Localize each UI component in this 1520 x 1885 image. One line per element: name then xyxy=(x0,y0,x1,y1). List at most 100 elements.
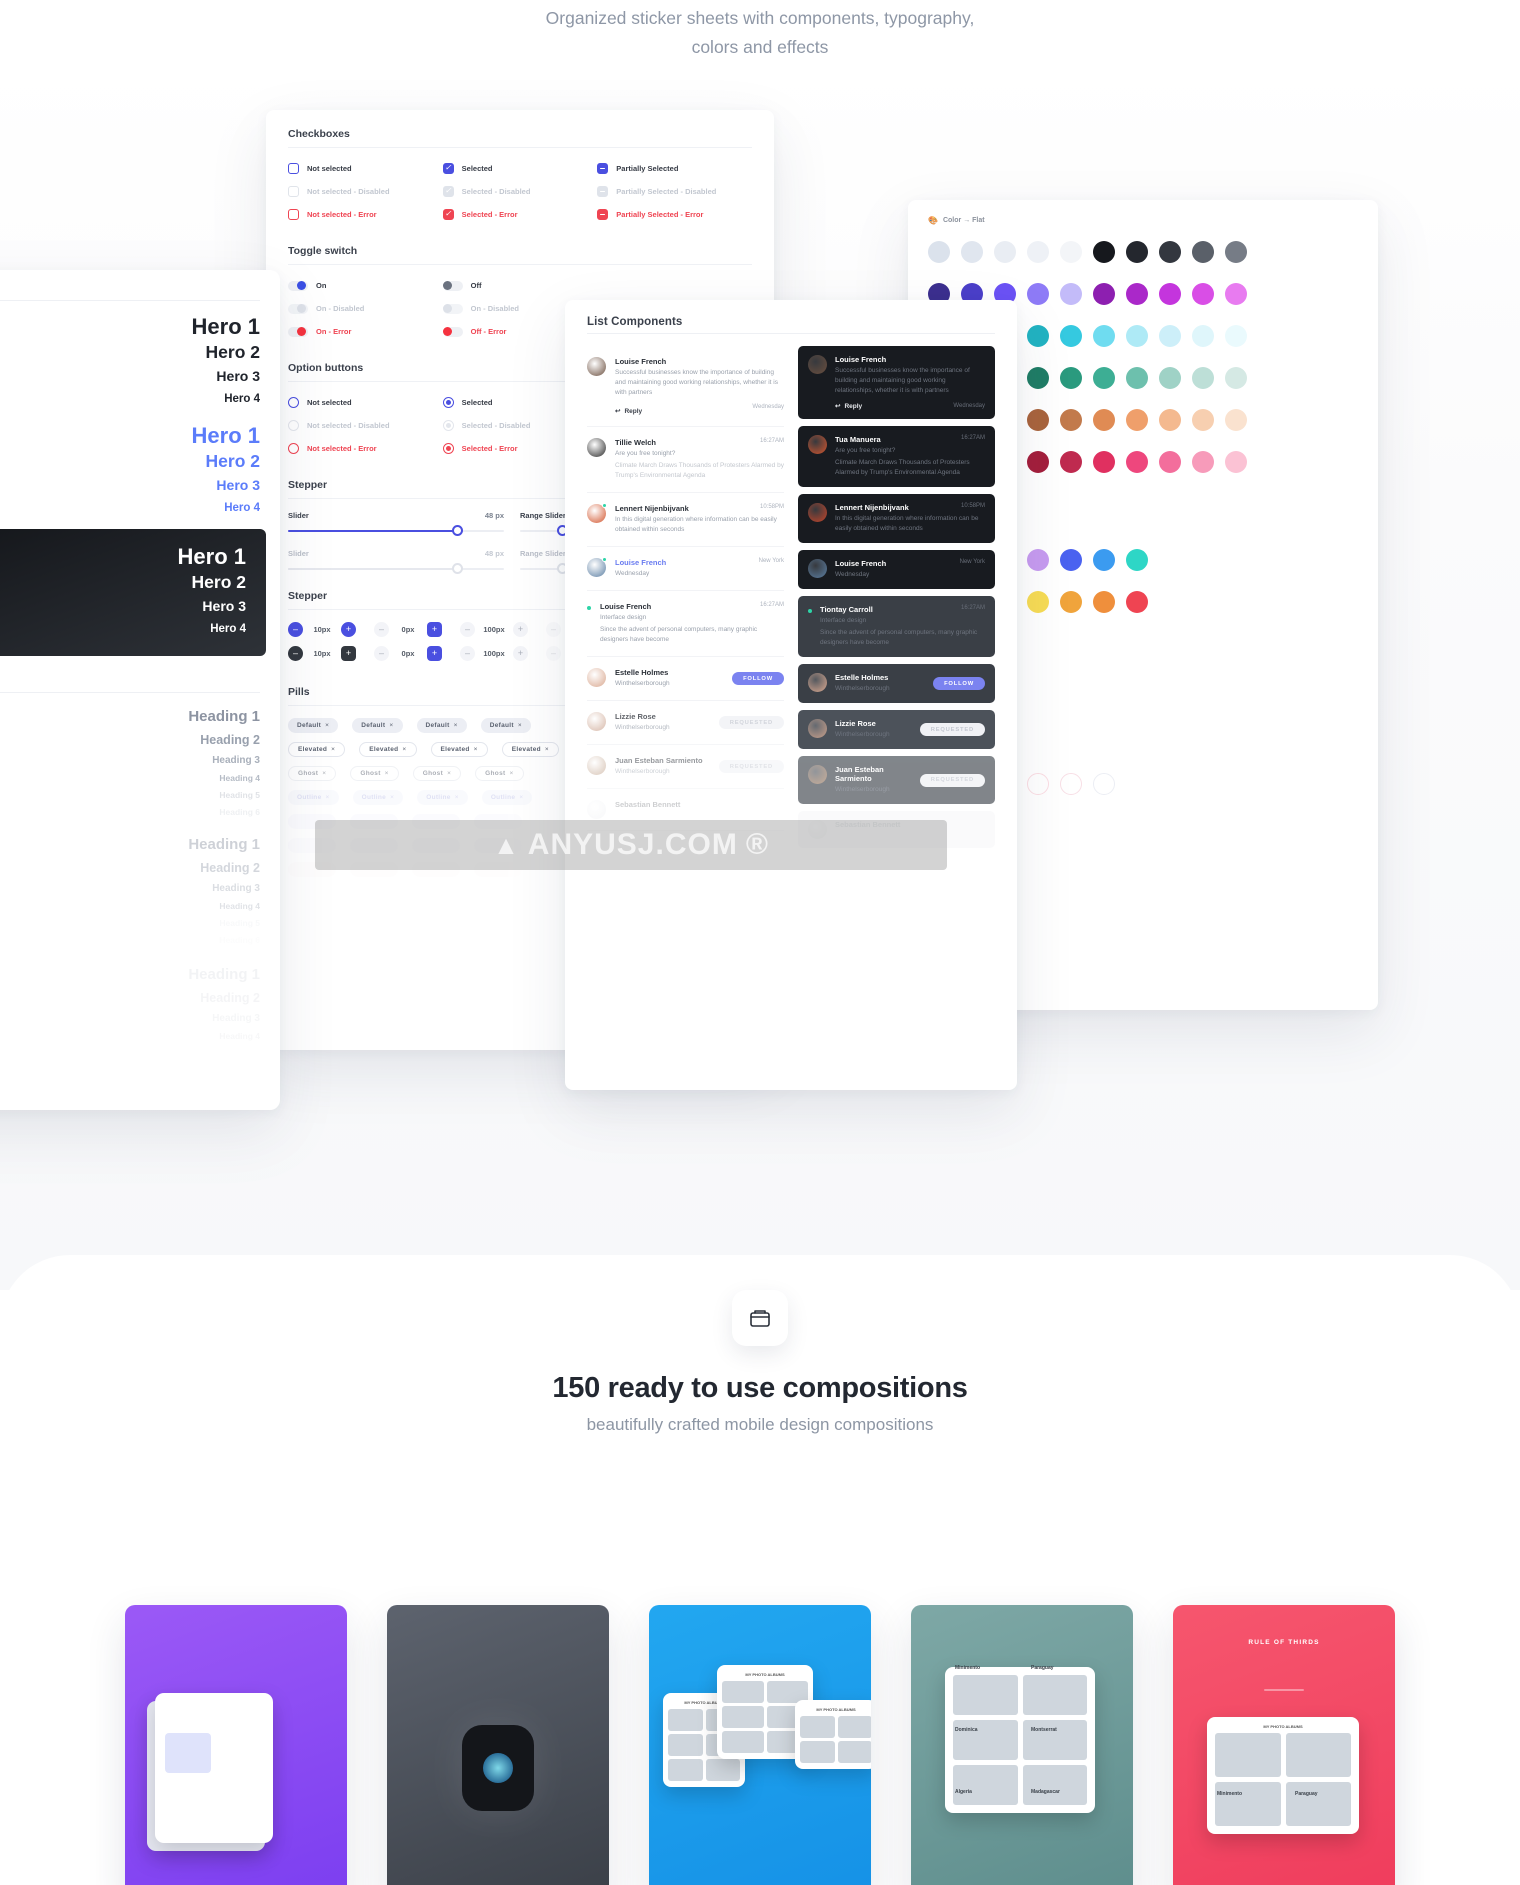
list-item[interactable]: Tillie Welch 16:27AM Are you free tonight?… xyxy=(587,427,784,493)
follow-button[interactable]: FOLLOW xyxy=(732,672,784,685)
card-photo-albums[interactable]: MY PHOTO ALBUMS MY PHOTO ALBUMS MY PHOTO… xyxy=(649,1605,871,1885)
checkbox-partially-selected-error[interactable]: Partially Selected - Error xyxy=(597,206,752,223)
stepper-round-dark[interactable]: – 10px + xyxy=(288,646,356,661)
pill-elevated-2[interactable]: Elevated × xyxy=(430,742,488,757)
card-rule-of-thirds[interactable]: RULE OF THIRDS MY PHOTO ALBUMS Minimento… xyxy=(1173,1605,1395,1885)
pill-outline-3[interactable]: Outline × xyxy=(481,790,533,805)
list-card[interactable]: Lennert Nijenbijvank 10:58PM In this digit… xyxy=(798,494,995,543)
color-swatch-0-0[interactable] xyxy=(928,241,950,263)
color-swatch-3-4[interactable] xyxy=(1060,367,1082,389)
close-icon[interactable]: × xyxy=(447,770,451,777)
close-icon[interactable]: × xyxy=(331,746,335,753)
close-icon[interactable]: × xyxy=(325,722,329,729)
pill-default-0[interactable]: Default × xyxy=(288,718,339,733)
color-swatch-2-9[interactable] xyxy=(1225,325,1247,347)
pill-default-2[interactable]: Default × xyxy=(416,718,467,733)
radio-not-selected[interactable]: Not selected xyxy=(288,394,443,411)
color-swatch-1-7[interactable] xyxy=(1159,283,1181,305)
radio-not-selected-error[interactable]: Not selected - Error xyxy=(288,440,443,457)
color-swatch-5-5[interactable] xyxy=(1093,451,1115,473)
toggle-off[interactable]: Off xyxy=(442,277,598,294)
color-swatch-5-6[interactable] xyxy=(1126,451,1148,473)
list-item[interactable]: Lennert Nijenbijvank 10:58PM In this digit… xyxy=(587,493,784,547)
follow-button[interactable]: REQUESTED xyxy=(718,716,784,729)
pill-default-1[interactable]: Default × xyxy=(352,718,403,733)
color-swatch-2-7[interactable] xyxy=(1159,325,1181,347)
color-swatch-0-4[interactable] xyxy=(1060,549,1082,571)
checkbox-partially-selected[interactable]: Partially Selected xyxy=(597,160,752,177)
pill-outline-0[interactable]: Outline × xyxy=(288,790,339,805)
color-swatch-3-3[interactable] xyxy=(1027,367,1049,389)
list-item[interactable]: Louise French New York Wednesday xyxy=(587,547,784,591)
color-swatch-1-4[interactable] xyxy=(1060,283,1082,305)
close-icon[interactable]: × xyxy=(322,770,326,777)
pill-outline-2[interactable]: Outline × xyxy=(417,790,468,805)
reply-button[interactable]: ↩ Reply xyxy=(615,407,642,416)
color-swatch-0-5[interactable] xyxy=(1093,549,1115,571)
color-swatch-0-2[interactable] xyxy=(994,241,1016,263)
color-swatch-1-3[interactable] xyxy=(1027,591,1049,613)
list-card[interactable]: Estelle Holmes Winthelserborough FOLLOW xyxy=(798,664,995,703)
follow-button[interactable]: REQUESTED xyxy=(919,773,985,787)
color-swatch-0-6[interactable] xyxy=(1126,241,1148,263)
color-swatch-0-9[interactable] xyxy=(1225,241,1247,263)
close-icon[interactable]: × xyxy=(455,794,459,801)
color-swatch-0-4[interactable] xyxy=(1060,241,1082,263)
checkbox-selected[interactable]: Selected xyxy=(442,160,598,177)
list-item[interactable]: Juan Esteban Sarmiento Winthelserborough R… xyxy=(587,745,784,789)
toggle-on-error[interactable]: On - Error xyxy=(288,323,443,340)
close-icon[interactable]: × xyxy=(519,794,523,801)
stepper-lite-b[interactable]: – 100px + xyxy=(460,646,528,661)
color-swatch-5-8[interactable] xyxy=(1192,451,1214,473)
color-swatch-4-8[interactable] xyxy=(1192,409,1214,431)
list-card[interactable]: Tiontay Carroll 16:27AM Interface design Si… xyxy=(798,596,995,657)
list-item[interactable]: Estelle Holmes Winthelserborough FOLLOW xyxy=(587,657,784,701)
color-swatch-3-7[interactable] xyxy=(1159,367,1181,389)
card-sheets[interactable] xyxy=(125,1605,347,1885)
color-swatch-5-3[interactable] xyxy=(1027,451,1049,473)
close-icon[interactable]: × xyxy=(509,770,513,777)
color-swatch-2-3[interactable] xyxy=(1027,325,1049,347)
color-swatch-2-6[interactable] xyxy=(1126,325,1148,347)
color-swatch-1-8[interactable] xyxy=(1192,283,1214,305)
color-swatch-0-3[interactable] xyxy=(1027,549,1049,571)
close-icon[interactable]: × xyxy=(326,794,330,801)
color-swatch-0-6[interactable] xyxy=(1126,549,1148,571)
color-swatch-4-5[interactable] xyxy=(1093,409,1115,431)
color-swatch-5-7[interactable] xyxy=(1159,451,1181,473)
pill-ghost-1[interactable]: Ghost × xyxy=(350,766,399,781)
color-swatch-3-5[interactable] xyxy=(1093,367,1115,389)
color-swatch-ring-0-5[interactable] xyxy=(1093,773,1115,795)
follow-button[interactable]: REQUESTED xyxy=(919,723,985,736)
checkbox-not-selected-error[interactable]: Not selected - Error xyxy=(288,206,443,223)
stepper-ghost-b[interactable]: – 0px + xyxy=(374,646,442,661)
close-icon[interactable]: × xyxy=(389,722,393,729)
color-swatch-4-9[interactable] xyxy=(1225,409,1247,431)
list-card[interactable]: Lizzie Rose Winthelserborough REQUESTED xyxy=(798,710,995,749)
stepper-round-primary[interactable]: – 10px + xyxy=(288,622,356,637)
color-swatch-1-5[interactable] xyxy=(1093,283,1115,305)
color-swatch-0-5[interactable] xyxy=(1093,241,1115,263)
slider-active[interactable]: Slider 48 px xyxy=(288,511,520,536)
list-item[interactable]: Louise French 16:27AM Interface design Sinc… xyxy=(587,591,784,657)
color-swatch-ring-0-4[interactable] xyxy=(1060,773,1082,795)
stepper-minus-button[interactable]: – xyxy=(288,622,303,637)
card-travel[interactable]: Minimento Paraguay Dominica Montserrat A… xyxy=(911,1605,1133,1885)
close-icon[interactable]: × xyxy=(474,746,478,753)
color-swatch-3-8[interactable] xyxy=(1192,367,1214,389)
pill-elevated-0[interactable]: Elevated × xyxy=(288,742,346,757)
color-swatch-3-6[interactable] xyxy=(1126,367,1148,389)
follow-button[interactable]: REQUESTED xyxy=(718,760,784,773)
card-watch[interactable] xyxy=(387,1605,609,1885)
color-swatch-5-4[interactable] xyxy=(1060,451,1082,473)
color-swatch-0-7[interactable] xyxy=(1159,241,1181,263)
stepper-ghost-a[interactable]: – 0px + xyxy=(374,622,442,637)
close-icon[interactable]: × xyxy=(545,746,549,753)
checkbox-selected-error[interactable]: Selected - Error xyxy=(442,206,598,223)
list-card[interactable]: Louise French Successful businesses know … xyxy=(798,346,995,419)
pill-ghost-3[interactable]: Ghost × xyxy=(475,766,524,781)
pill-ghost-0[interactable]: Ghost × xyxy=(288,766,337,781)
close-icon[interactable]: × xyxy=(518,722,522,729)
color-swatch-0-8[interactable] xyxy=(1192,241,1214,263)
color-swatch-2-5[interactable] xyxy=(1093,325,1115,347)
